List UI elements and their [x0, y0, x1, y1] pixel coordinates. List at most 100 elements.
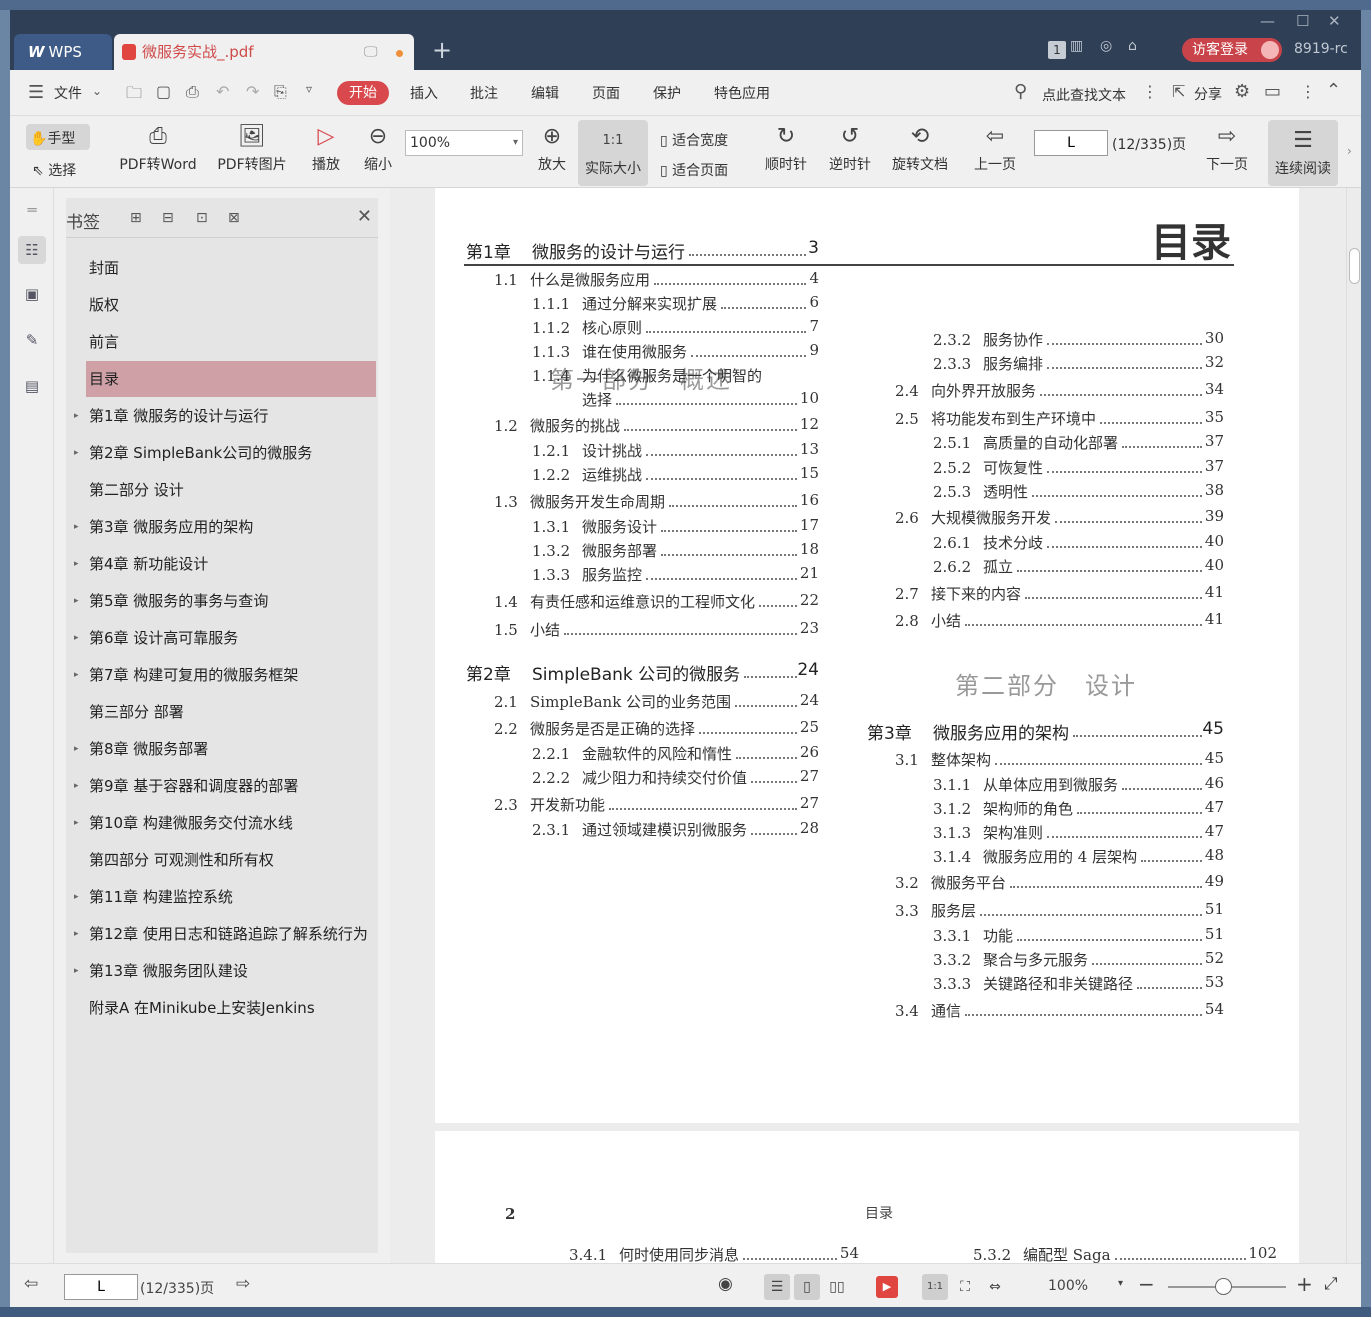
chevron-down-icon[interactable]: ⌄: [92, 84, 102, 98]
expand-all-icon[interactable]: ⊞: [130, 210, 142, 226]
toc-entry[interactable]: 1.3.2 微服务部署 18: [532, 540, 819, 562]
zoom-slider-knob[interactable]: [1215, 1278, 1232, 1295]
zoom-in-button[interactable]: ⊕ 放大: [530, 116, 574, 188]
toc-entry[interactable]: 1.1.4 为什么微服务是一个明智的: [532, 365, 819, 387]
thumbnail-panel-icon[interactable]: ▣: [18, 280, 46, 308]
toc-entry[interactable]: 3.2 微服务平台 49: [895, 872, 1224, 894]
toc-entry[interactable]: 2.6.1 技术分歧 40: [933, 532, 1224, 554]
menu-comment[interactable]: 批注: [470, 83, 498, 103]
toc-entry[interactable]: 1.2 微服务的挑战 12: [494, 415, 819, 437]
toc-entry[interactable]: 1.1 什么是微服务应用 4: [494, 269, 819, 291]
status-play-icon[interactable]: ▶: [876, 1276, 898, 1298]
toc-entry[interactable]: 1.2.2 运维挑战 15: [532, 464, 819, 486]
toc-entry[interactable]: 3.4 通信 54: [895, 1000, 1224, 1022]
bookmark-item[interactable]: 目录: [86, 361, 376, 397]
scroll-thumb[interactable]: [1349, 248, 1360, 284]
toc-entry[interactable]: 2.6 大规模微服务开发 39: [895, 507, 1224, 529]
toc-entry[interactable]: 2.2.1 金融软件的风险和惰性 26: [532, 743, 819, 765]
search-text-button[interactable]: 点此查找文本: [1042, 85, 1126, 105]
zoom-dropdown-icon[interactable]: ▾: [1118, 1278, 1123, 1289]
share-button[interactable]: 分享: [1194, 84, 1222, 104]
toc-entry[interactable]: 2.3.2 服务协作 30: [933, 329, 1224, 351]
wps-home-tab[interactable]: W WPS: [14, 34, 112, 70]
toc-entry[interactable]: 1.1.1 通过分解来实现扩展 6: [532, 293, 819, 315]
prev-page-button[interactable]: ⇦ 上一页: [968, 116, 1022, 188]
status-fit-width-icon[interactable]: ⇔: [982, 1274, 1008, 1300]
toc-entry[interactable]: 2.1 SimpleBank 公司的业务范围 24: [494, 691, 819, 713]
expand-arrow-icon[interactable]: ▸: [74, 583, 79, 619]
bookmark-item[interactable]: ▸ 第3章 微服务应用的架构: [74, 509, 376, 545]
rotate-ccw-button[interactable]: ↺ 逆时针: [822, 116, 878, 188]
toc-entry[interactable]: 2.7 接下来的内容 41: [895, 583, 1224, 605]
close-panel-icon[interactable]: ✕: [357, 206, 372, 227]
status-zoom-value[interactable]: 100%: [1048, 1278, 1088, 1294]
expand-arrow-icon[interactable]: ▸: [74, 509, 79, 545]
bookmark-item[interactable]: 附录A 在Minikube上安装Jenkins: [86, 990, 376, 1026]
toc-entry[interactable]: 3.1.1 从单体应用到微服务 46: [933, 774, 1224, 796]
menu-insert[interactable]: 插入: [410, 83, 438, 103]
bookmark-item[interactable]: ▸ 第9章 基于容器和调度器的部署: [74, 768, 376, 804]
settings-gear-icon[interactable]: ⚙: [1234, 81, 1250, 102]
menu-start[interactable]: 开始: [337, 81, 389, 105]
ribbon-scroll-right-icon[interactable]: ›: [1347, 144, 1352, 158]
bookmark-item[interactable]: 第四部分 可观测性和所有权: [86, 842, 376, 878]
actual-size-button[interactable]: 1:1 实际大小: [578, 120, 648, 186]
toc-entry[interactable]: 3.1.2 架构师的角色 47: [933, 798, 1224, 820]
bookmark-item[interactable]: 前言: [86, 324, 376, 360]
play-button[interactable]: ▷ 播放: [304, 116, 348, 188]
menu-edit[interactable]: 编辑: [531, 83, 559, 103]
open-folder-icon[interactable]: 🗀: [126, 82, 142, 109]
bookmark-panel-icon[interactable]: ☷: [18, 236, 46, 264]
bookmark-item[interactable]: ▸ 第1章 微服务的设计与运行: [74, 398, 376, 434]
new-tab-icon[interactable]: +: [432, 36, 452, 64]
toc-entry[interactable]: 1.1.2 核心原则 7: [532, 317, 819, 339]
status-page-input[interactable]: L: [64, 1274, 138, 1300]
toc-chapter[interactable]: 第2章 SimpleBank 公司的微服务 24: [466, 660, 819, 684]
toc-entry[interactable]: 2.2 微服务是否是正确的选择 25: [494, 718, 819, 740]
menu-page[interactable]: 页面: [592, 83, 620, 103]
expand-arrow-icon[interactable]: ▸: [74, 953, 79, 989]
bookmark-item[interactable]: ▸ 第12章 使用日志和链路追踪了解系统行为: [74, 916, 376, 952]
bookmark-item[interactable]: 封面: [86, 250, 376, 286]
hand-tool-button[interactable]: ✋手型: [26, 124, 90, 150]
status-prev-icon[interactable]: ⇦: [24, 1274, 38, 1294]
bookmark-item[interactable]: 第二部分 设计: [86, 472, 376, 508]
bookmark-item[interactable]: ▸ 第7章 构建可复用的微服务框架: [74, 657, 376, 693]
toc-entry[interactable]: 3.1 整体架构 45: [895, 749, 1224, 771]
menu-file[interactable]: 文件: [54, 83, 82, 103]
bookmark-item[interactable]: ▸ 第4章 新功能设计: [74, 546, 376, 582]
skin-icon[interactable]: ◎: [1100, 38, 1112, 54]
toc-entry[interactable]: 2.3.3 服务编排 32: [933, 353, 1224, 375]
toc-entry[interactable]: 1.3.1 微服务设计 17: [532, 516, 819, 538]
close-window-icon[interactable]: ✕: [1328, 12, 1341, 30]
toc-entry[interactable]: 1.1.3 谁在使用微服务 9: [532, 341, 819, 363]
toc-entry[interactable]: 1.5 小结 23: [494, 619, 819, 641]
print-icon[interactable]: ⎙: [186, 82, 199, 102]
rotate-cw-button[interactable]: ↻ 顺时针: [758, 116, 814, 188]
hamburger-icon[interactable]: ☰: [28, 82, 44, 103]
toc-entry[interactable]: 2.3 开发新功能 27: [494, 794, 819, 816]
toc-entry[interactable]: 3.4.1 何时使用同步消息 54: [569, 1244, 859, 1263]
bookmark-item[interactable]: ▸ 第6章 设计高可靠服务: [74, 620, 376, 656]
fit-page-button[interactable]: ▯ 适合页面: [660, 160, 728, 180]
toc-entry[interactable]: 3.3.3 关键路径和非关键路径 53: [933, 973, 1224, 995]
menu-special[interactable]: 特色应用: [714, 83, 770, 103]
zoom-out-button[interactable]: ⊖ 缩小: [356, 116, 400, 188]
search-icon[interactable]: ⚲: [1014, 81, 1027, 102]
toc-entry[interactable]: 2.5.1 高质量的自动化部署 37: [933, 432, 1224, 454]
toc-chapter[interactable]: 第1章 微服务的设计与运行 3: [466, 238, 819, 262]
toc-entry[interactable]: 3.1.3 架构准则 47: [933, 822, 1224, 844]
toc-entry[interactable]: 2.5 将功能发布到生产环境中 35: [895, 408, 1224, 430]
select-tool-button[interactable]: ⇖ 选择: [32, 160, 76, 180]
toc-entry[interactable]: 2.5.3 透明性 38: [933, 481, 1224, 503]
status-actual-size-icon[interactable]: 1:1: [922, 1274, 948, 1300]
expand-arrow-icon[interactable]: ▸: [74, 398, 79, 434]
expand-arrow-icon[interactable]: ▸: [74, 435, 79, 471]
toc-entry[interactable]: 2.6.2 孤立 40: [933, 556, 1224, 578]
toc-entry[interactable]: 1.3 微服务开发生命周期 16: [494, 491, 819, 513]
toc-entry[interactable]: 选择 10: [582, 389, 819, 411]
more-chevron-icon[interactable]: ▿: [306, 82, 312, 96]
toc-entry[interactable]: 1.4 有责任感和运维意识的工程师文化 22: [494, 591, 819, 613]
rotate-document-button[interactable]: ⟲ 旋转文档: [886, 116, 954, 188]
toc-entry[interactable]: 2.2.2 减少阻力和持续交付价值 27: [532, 767, 819, 789]
